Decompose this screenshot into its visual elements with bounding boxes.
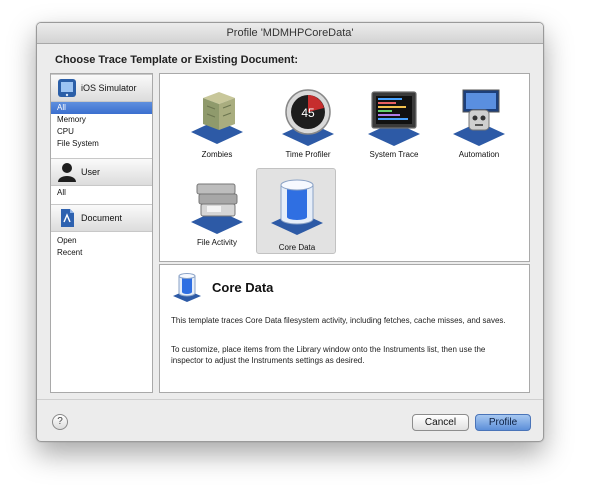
template-label: Zombies [201, 150, 233, 159]
sidebar-item-recent[interactable]: Recent [51, 247, 152, 259]
help-button[interactable]: ? [52, 414, 68, 430]
description-paragraph: To customize, place items from the Libra… [171, 345, 486, 365]
core-data-icon [271, 179, 323, 235]
template-time-profiler[interactable]: 45 Time Profiler [268, 80, 348, 162]
template-file-activity[interactable]: File Activity [177, 168, 257, 250]
profile-dialog: Profile 'MDMHPCoreData' Choose Trace Tem… [36, 22, 544, 442]
document-icon [61, 209, 74, 227]
sidebar-header-document[interactable]: Document [51, 204, 152, 232]
core-data-icon [173, 273, 201, 302]
sidebar-item-file-system[interactable]: File System [51, 138, 152, 150]
sidebar-item-all[interactable]: All [51, 102, 152, 114]
description-paragraph: This template traces Core Data filesyste… [171, 316, 506, 325]
template-description-panel: Core Data This template traces Core Data… [159, 264, 530, 393]
template-zombies[interactable]: Zombies [177, 80, 257, 162]
system-trace-icon [368, 91, 420, 146]
sidebar-item-cpu[interactable]: CPU [51, 126, 152, 138]
description-title: Core Data [212, 280, 274, 295]
sidebar-header-label: Document [81, 213, 123, 223]
profile-button[interactable]: Profile [475, 414, 531, 431]
template-automation[interactable]: Automation [439, 80, 519, 162]
template-system-trace[interactable]: System Trace [354, 80, 434, 162]
time-profiler-icon: 45 [282, 89, 334, 146]
user-icon [58, 163, 76, 182]
sidebar-header-ios-simulator[interactable]: iOS Simulator [51, 74, 152, 102]
sidebar-header-user[interactable]: User [51, 158, 152, 186]
template-label: System Trace [369, 150, 419, 159]
template-label: Time Profiler [285, 150, 331, 159]
clock-digits: 45 [301, 106, 315, 120]
dialog-heading: Choose Trace Template or Existing Docume… [55, 54, 299, 66]
template-core-data[interactable]: Core Data [256, 168, 336, 254]
sidebar-item-open[interactable]: Open [51, 235, 152, 247]
sidebar-item-memory[interactable]: Memory [51, 114, 152, 126]
template-category-sidebar: iOS Simulator All Memory CPU File System… [50, 73, 153, 393]
sidebar-header-label: User [81, 167, 101, 177]
sidebar-header-label: iOS Simulator [81, 83, 137, 93]
zombies-icon [191, 92, 243, 144]
window-title: Profile 'MDMHPCoreData' [37, 23, 543, 44]
template-label: File Activity [196, 238, 237, 247]
footer-divider [37, 399, 543, 400]
cancel-button[interactable]: Cancel [412, 414, 469, 431]
template-grid: Zombies 45 Time Profiler System Trace Au… [159, 73, 530, 262]
file-activity-icon [191, 183, 243, 234]
ios-simulator-icon [58, 79, 76, 97]
sidebar-item-user-all[interactable]: All [51, 187, 152, 199]
template-label: Core Data [278, 243, 316, 252]
template-label: Automation [458, 150, 500, 159]
automation-icon [453, 89, 505, 146]
